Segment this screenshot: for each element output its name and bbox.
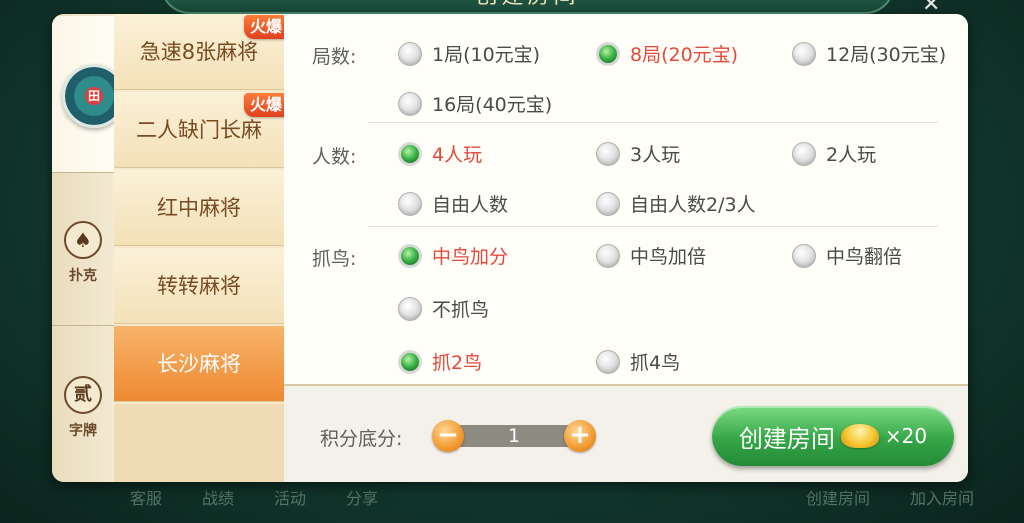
rounds-option-8[interactable]: 8局(20元宝) [596, 40, 738, 67]
radio-icon [596, 141, 620, 166]
players-option-3[interactable]: 3人玩 [596, 140, 680, 167]
birds-option-4[interactable]: 抓4鸟 [596, 348, 680, 375]
nav-join-room: 加入房间 [909, 489, 974, 508]
players-option-free[interactable]: 自由人数 [398, 190, 508, 217]
score-value: 1 [446, 425, 582, 447]
game-item-label: 二人缺门长麻 [136, 118, 262, 142]
category-sidebar: 田 ♠ 扑克 贰 字牌 [52, 14, 115, 482]
game-item-zhuanzhuan[interactable]: 转转麻将 [114, 248, 284, 324]
cost-label: ×20 [884, 424, 928, 448]
birds-label: 抓鸟: [312, 248, 357, 270]
game-item-erren[interactable]: 二人缺门长麻 火爆 [114, 92, 288, 168]
spade-icon: ♠ [64, 221, 102, 259]
nav-record: 战绩 [202, 489, 235, 508]
rounds-option-12[interactable]: 12局(30元宝) [792, 40, 946, 67]
category-poker-label: 扑克 [69, 268, 97, 284]
players-label: 人数: [312, 146, 357, 168]
game-item-label: 急速8张麻将 [139, 40, 259, 64]
gold-ingot-icon [840, 424, 879, 448]
radio-checked-icon [398, 141, 422, 166]
game-item-hongzhong[interactable]: 红中麻将 [114, 170, 284, 246]
radio-icon [398, 41, 422, 66]
game-item-label: 红中麻将 [157, 196, 241, 220]
category-poker[interactable]: ♠ 扑克 [52, 173, 114, 326]
nav-create-room: 创建房间 [805, 489, 870, 508]
radio-icon [792, 141, 816, 166]
radio-icon [398, 296, 422, 321]
score-label: 积分底分: [320, 428, 403, 450]
create-room-dialog: 田 ♠ 扑克 贰 字牌 急速8张麻将 火爆 二人缺门长麻 火爆 红中麻将 转转麻… [52, 14, 968, 482]
radio-icon [596, 243, 620, 268]
rounds-option-16[interactable]: 16局(40元宝) [398, 90, 552, 117]
radio-icon [792, 41, 816, 66]
game-list: 急速8张麻将 火爆 二人缺门长麻 火爆 红中麻将 转转麻将 长沙麻将 [114, 14, 288, 482]
nav-activity: 活动 [274, 489, 307, 508]
background-bottom-nav: 客服 战绩 活动 分享 创建房间 加入房间 [50, 482, 974, 512]
category-zipai-label: 字牌 [69, 423, 97, 439]
radio-checked-icon [596, 41, 620, 66]
game-item-changsha[interactable]: 长沙麻将 [114, 326, 284, 402]
birds-option-flip-double[interactable]: 中鸟翻倍 [792, 242, 902, 269]
birds-option-add-double[interactable]: 中鸟加倍 [596, 242, 706, 269]
mahjong-emblem-icon: 田 [62, 64, 114, 128]
minus-button[interactable]: − [432, 420, 464, 452]
create-room-button[interactable]: 创建房间 ×20 [712, 406, 954, 466]
create-room-label: 创建房间 [738, 424, 835, 453]
radio-icon [596, 191, 620, 216]
players-option-free-23[interactable]: 自由人数2/3人 [596, 190, 756, 217]
options-panel: 局数: 1局(10元宝) 8局(20元宝) 12局(30元宝) 16局(40元宝… [284, 14, 968, 384]
dialog-footer: 积分底分: 1 − + 创建房间 ×20 [284, 386, 968, 482]
players-option-2[interactable]: 2人玩 [792, 140, 876, 167]
radio-icon [398, 191, 422, 216]
background-title: 创建房间 [162, 0, 893, 10]
players-option-4[interactable]: 4人玩 [398, 140, 482, 167]
radio-checked-icon [398, 349, 422, 374]
birds-option-none[interactable]: 不抓鸟 [398, 295, 489, 322]
game-item-jisu8[interactable]: 急速8张麻将 火爆 [114, 14, 288, 90]
radio-icon [792, 243, 816, 268]
hot-badge: 火爆 [243, 15, 288, 39]
birds-option-2[interactable]: 抓2鸟 [398, 348, 482, 375]
game-item-label: 长沙麻将 [157, 352, 241, 376]
category-zipai[interactable]: 贰 字牌 [52, 326, 114, 482]
category-mahjong[interactable]: 田 [52, 16, 114, 173]
radio-checked-icon [398, 243, 422, 268]
background-title-bar: 创建房间 [160, 0, 895, 14]
divider [368, 122, 938, 123]
game-item-label: 转转麻将 [157, 274, 241, 298]
score-stepper: 1 − + [432, 420, 596, 452]
divider [368, 226, 938, 227]
nav-service: 客服 [130, 489, 163, 508]
rounds-option-1[interactable]: 1局(10元宝) [398, 40, 540, 67]
zipai-icon: 贰 [64, 376, 102, 414]
birds-option-add-score[interactable]: 中鸟加分 [398, 242, 508, 269]
plus-button[interactable]: + [564, 420, 596, 452]
rounds-label: 局数: [312, 46, 357, 68]
nav-share: 分享 [346, 489, 379, 508]
radio-icon [398, 91, 422, 116]
hot-badge: 火爆 [243, 93, 288, 117]
radio-icon [596, 349, 620, 374]
game-list-filler [114, 404, 284, 482]
